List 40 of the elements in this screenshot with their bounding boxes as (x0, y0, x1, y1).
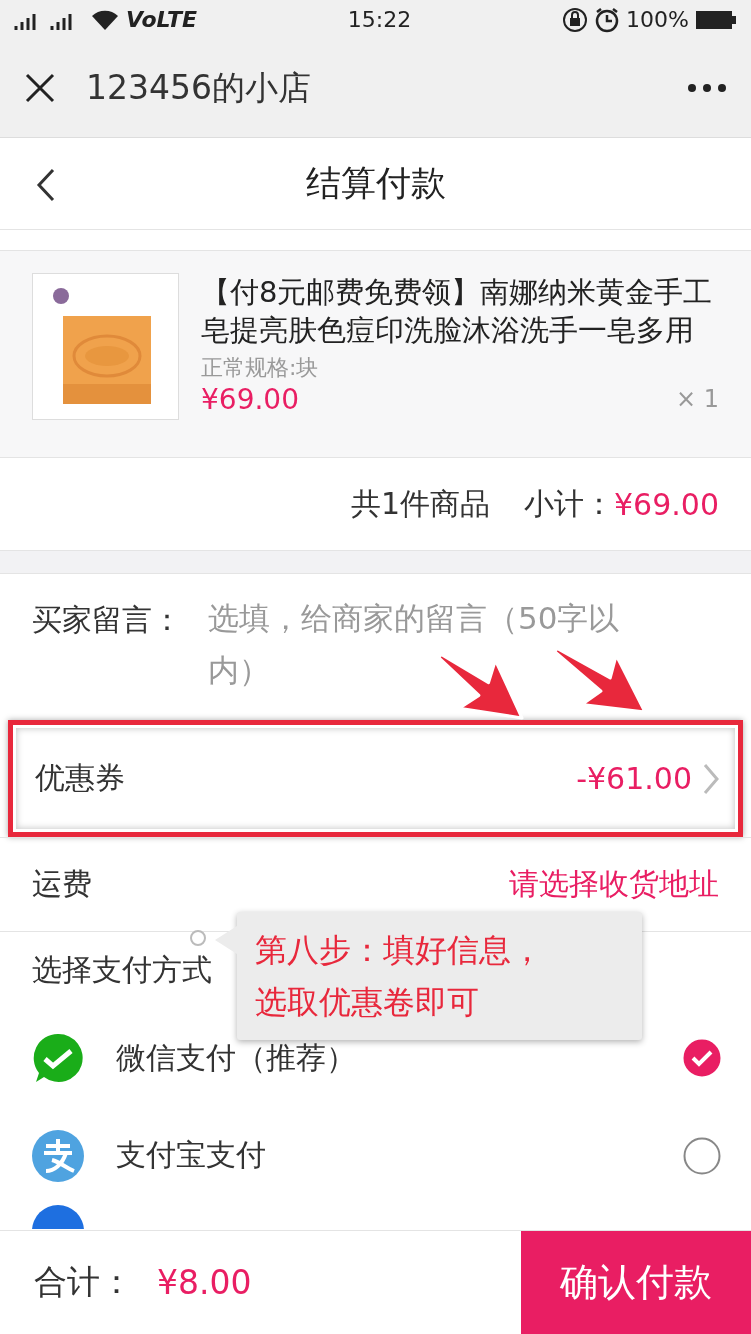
item-count: 共1件商品 (350, 484, 490, 523)
back-icon[interactable] (36, 167, 56, 202)
payment-logo-icon (32, 1129, 84, 1182)
subtotal-amount: ¥69.00 (614, 486, 719, 522)
lock-icon (562, 6, 589, 33)
more-icon[interactable] (687, 83, 727, 94)
total-label: 合计： (34, 1260, 133, 1303)
clock-time: 15:22 (347, 7, 412, 33)
product-title: 【付8元邮费免费领】南娜纳米黄金手工皂提亮肤色痘印洗脸沐浴洗手一皂多用 (201, 273, 714, 349)
shipping-label: 运费 (32, 864, 92, 903)
payment-method-name[interactable]: 支付宝支付 (116, 1135, 266, 1177)
coupon-row[interactable]: 优惠券 -¥61.00 (8, 720, 743, 838)
payment-heading: 选择支付方式 (32, 951, 212, 990)
product-spec: 正常规格:块 (201, 353, 320, 382)
product-quantity: × 1 (676, 385, 719, 414)
page-title: 123456的小店 (86, 66, 312, 109)
coupon-amount: -¥61.00 (576, 761, 692, 797)
header-title: 结算付款 (305, 161, 446, 205)
coupon-label: 优惠券 (35, 759, 125, 798)
payment-method-name[interactable]: 微信支付（推荐） (116, 1037, 356, 1079)
chevron-right-icon (702, 762, 720, 795)
radio-button[interactable] (683, 1039, 721, 1078)
callout-text: 选取优惠卷即可 (255, 982, 480, 1023)
battery-percent: 100% (626, 7, 689, 33)
alarm-icon (594, 6, 621, 33)
subtotal-label: 小计： (524, 484, 614, 523)
radio-button[interactable] (683, 1136, 721, 1175)
confirm-payment-button[interactable]: 确认付款 (521, 1230, 751, 1334)
total-amount: ¥8.00 (157, 1262, 252, 1302)
shipping-link[interactable]: 请选择收货地址 (509, 863, 719, 905)
payment-logo-icon (32, 1205, 84, 1230)
callout-text: 第八步：填好信息， (255, 930, 544, 971)
message-label: 买家留言： (32, 601, 182, 640)
battery-icon (695, 9, 737, 30)
product-price: ¥69.00 (201, 382, 299, 416)
callout-dot (190, 930, 206, 946)
message-field[interactable]: 选填，给商家的留言（50字以内） (208, 592, 648, 703)
chat-bubble-icon (32, 1032, 84, 1085)
close-icon[interactable] (24, 72, 56, 105)
network-label: VoLTE (126, 7, 197, 33)
